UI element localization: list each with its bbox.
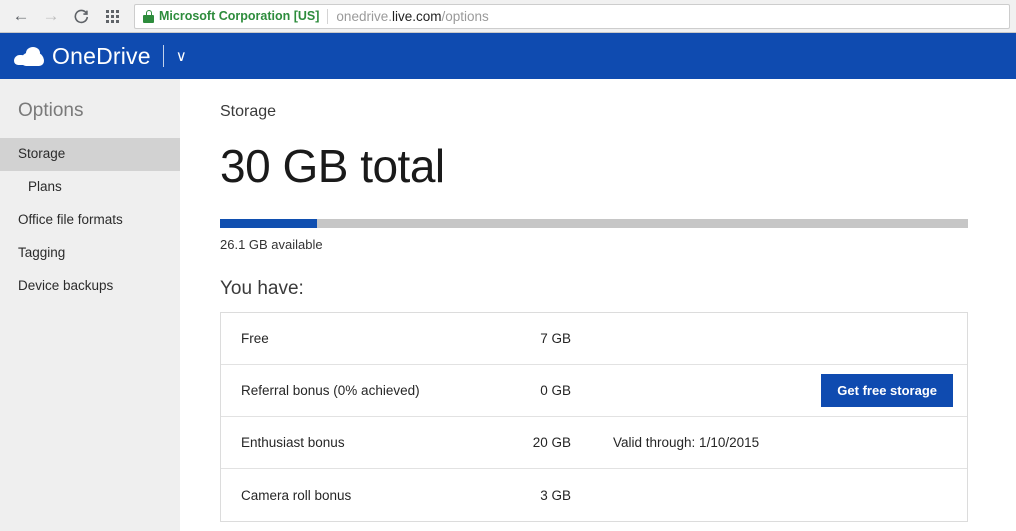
sidebar-item-plans[interactable]: Plans xyxy=(0,171,180,204)
row-name: Referral bonus (0% achieved) xyxy=(241,383,420,398)
page-body: Options Storage Plans Office file format… xyxy=(0,79,1016,531)
ev-certificate-label: Microsoft Corporation [US] xyxy=(159,9,320,23)
apps-grid-icon[interactable] xyxy=(98,3,126,29)
row-name: Free xyxy=(241,331,269,346)
onedrive-wordmark[interactable]: OneDrive xyxy=(52,43,151,70)
row-name: Camera roll bonus xyxy=(241,487,352,503)
section-title: You have: xyxy=(220,278,304,299)
page-title: 30 GB total xyxy=(220,140,445,192)
sidebar-item-office-file-formats[interactable]: Office file formats xyxy=(0,204,180,237)
row-size: 0 GB xyxy=(540,383,571,398)
sidebar-item-tagging[interactable]: Tagging xyxy=(0,237,180,270)
row-note: Valid through: 1/10/2015 xyxy=(613,435,760,450)
row-action: Get free storage xyxy=(821,374,953,407)
url-host: live.com xyxy=(391,8,442,24)
onedrive-header: OneDrive ∨ xyxy=(0,33,1016,79)
sidebar-item-device-backups[interactable]: Device backups xyxy=(0,270,180,303)
row-size: 20 GB xyxy=(532,435,571,450)
table-row: Camera roll bonus 3 GB xyxy=(221,469,967,521)
table-row: Referral bonus (0% achieved) 0 GB Get fr… xyxy=(221,365,967,417)
reload-icon[interactable] xyxy=(66,3,96,29)
chevron-down-icon[interactable]: ∨ xyxy=(176,49,187,64)
address-bar[interactable]: Microsoft Corporation [US] onedrive.live… xyxy=(134,3,1010,29)
storage-available-label: 26.1 GB available xyxy=(220,237,323,252)
storage-meter xyxy=(220,219,968,228)
table-row: Free 7 GB xyxy=(221,313,967,365)
sidebar-item-storage[interactable]: Storage xyxy=(0,138,180,171)
url-text: onedrive.live.com/options xyxy=(336,9,488,24)
get-free-storage-button[interactable]: Get free storage xyxy=(821,374,953,407)
lock-icon xyxy=(143,9,154,23)
row-size: 7 GB xyxy=(540,331,571,346)
row-name: Enthusiast bonus xyxy=(241,435,345,450)
onedrive-cloud-icon xyxy=(14,46,44,66)
storage-table: Free 7 GB Referral bonus (0% achieved) 0… xyxy=(220,312,968,522)
address-bar-divider xyxy=(327,8,329,24)
header-divider xyxy=(162,45,164,67)
back-arrow-icon[interactable]: ← xyxy=(6,3,36,29)
url-prefix: onedrive. xyxy=(336,8,392,24)
sidebar-title: Options xyxy=(18,100,84,121)
table-row: Enthusiast bonus 20 GB Valid through: 1/… xyxy=(221,417,967,469)
storage-meter-fill xyxy=(220,219,318,228)
forward-arrow-icon[interactable]: → xyxy=(36,3,66,29)
url-path: /options xyxy=(441,8,489,24)
sidebar: Options Storage Plans Office file format… xyxy=(0,79,180,531)
browser-toolbar: ← → Microsoft Corporation [US] onedrive.… xyxy=(0,0,1016,33)
breadcrumb: Storage xyxy=(220,103,277,120)
main-content: Storage 30 GB total 26.1 GB available Yo… xyxy=(180,79,1016,531)
row-size: 3 GB xyxy=(540,487,571,503)
